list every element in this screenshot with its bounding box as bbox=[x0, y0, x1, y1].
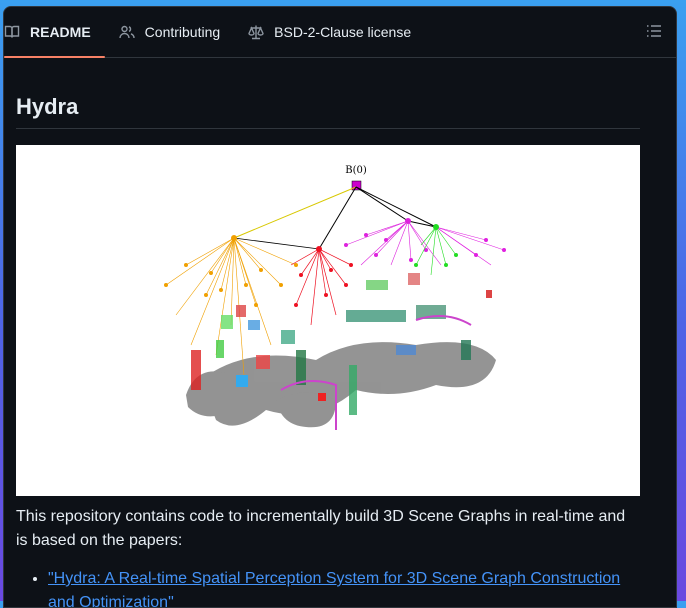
tab-readme[interactable]: README bbox=[4, 7, 105, 58]
tab-license[interactable]: BSD-2-Clause license bbox=[234, 7, 425, 57]
root-node-label: B(0) bbox=[345, 165, 367, 176]
scene-graph-figure: B(0) bbox=[16, 145, 640, 496]
page-title: Hydra bbox=[16, 94, 640, 129]
tab-label: README bbox=[30, 24, 91, 40]
tab-bar: README Contributing BSD-2-Clause license bbox=[4, 7, 676, 58]
paper-link[interactable]: "Hydra: A Real-time Spatial Perception S… bbox=[48, 570, 620, 607]
outline-button[interactable] bbox=[646, 23, 664, 41]
readme-content: Hydra B(0) This repository contains code… bbox=[4, 94, 676, 607]
book-icon bbox=[4, 25, 20, 38]
intro-text: This repository contains code to increme… bbox=[16, 508, 626, 549]
list-icon bbox=[647, 25, 661, 37]
list-item: "Hydra: A Real-time Spatial Perception S… bbox=[48, 567, 644, 607]
people-icon bbox=[118, 25, 135, 39]
tab-contributing[interactable]: Contributing bbox=[105, 7, 235, 57]
tab-label: BSD-2-Clause license bbox=[274, 24, 412, 40]
papers-list: "Hydra: A Real-time Spatial Perception S… bbox=[16, 567, 644, 607]
scene-graph-image: B(0) bbox=[164, 165, 506, 430]
law-icon bbox=[248, 25, 264, 40]
readme-panel: README Contributing BSD-2-Clause license bbox=[3, 6, 677, 608]
tab-label: Contributing bbox=[144, 24, 221, 40]
